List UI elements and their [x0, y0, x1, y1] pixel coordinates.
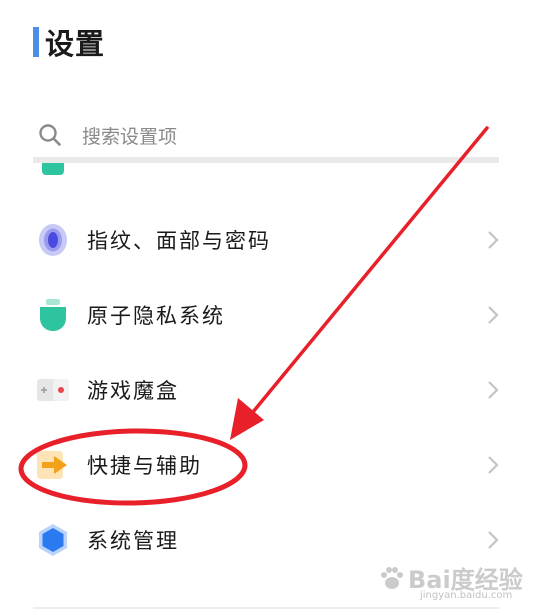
page-header: 设置 — [33, 24, 106, 61]
list-item-game-box[interactable]: 游戏魔盒 — [36, 360, 500, 420]
chevron-right-icon — [488, 306, 499, 324]
page-title: 设置 — [45, 27, 106, 61]
chevron-right-icon — [488, 381, 499, 399]
watermark: Bai度经验 jingyan.baidu.com — [378, 556, 528, 608]
paw-logo-icon — [381, 567, 403, 589]
shortcut-arrow-icon — [36, 448, 70, 482]
list-item-label: 系统管理 — [87, 529, 179, 553]
list-item-partial[interactable] — [38, 163, 498, 183]
search-bar[interactable]: 搜索设置项 — [38, 118, 498, 152]
list-item-label: 指纹、面部与密码 — [87, 229, 271, 253]
watermark-url: jingyan.baidu.com — [420, 590, 513, 601]
list-item-label: 快捷与辅助 — [87, 454, 202, 478]
chevron-right-icon — [488, 531, 499, 549]
list-item-shortcut-assist[interactable]: 快捷与辅助 — [36, 435, 500, 495]
list-item-label: 原子隐私系统 — [87, 304, 225, 328]
search-icon — [39, 124, 61, 146]
app-icon — [42, 163, 64, 175]
system-hexagon-icon — [36, 523, 70, 557]
fingerprint-icon — [36, 223, 70, 257]
game-box-icon — [36, 373, 70, 407]
chevron-right-icon — [488, 456, 499, 474]
chevron-right-icon — [488, 231, 499, 249]
list-item-fingerprint[interactable]: 指纹、面部与密码 — [36, 210, 500, 270]
list-item-label: 游戏魔盒 — [87, 379, 179, 403]
search-input[interactable]: 搜索设置项 — [82, 122, 177, 149]
title-accent-bar — [33, 27, 39, 57]
list-item-privacy[interactable]: 原子隐私系统 — [36, 285, 500, 345]
privacy-shield-icon — [36, 298, 70, 332]
